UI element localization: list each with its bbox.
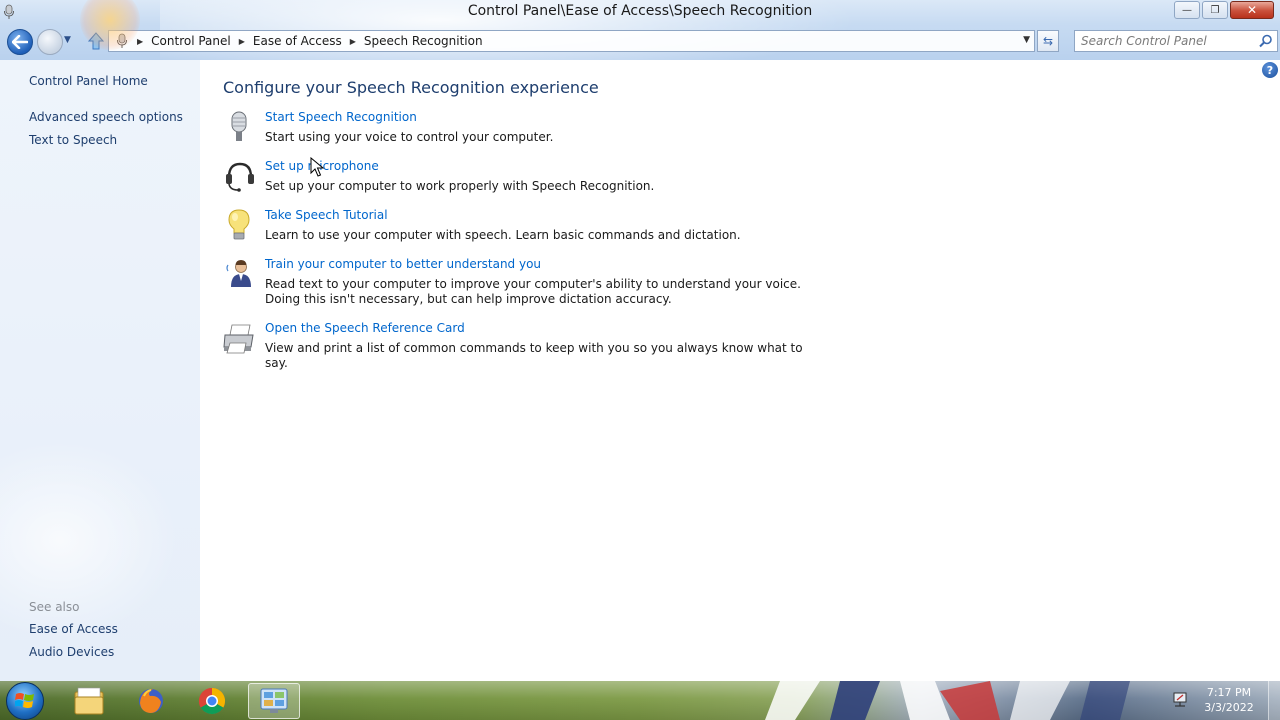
chevron-right-icon[interactable]: ▶ [239, 37, 245, 46]
breadcrumb-control-panel[interactable]: Control Panel [151, 34, 231, 48]
task-description: View and print a list of common commands… [265, 341, 803, 370]
taskbar-file-explorer[interactable] [63, 683, 115, 719]
network-icon[interactable] [1172, 691, 1188, 709]
file-explorer-icon [74, 687, 104, 715]
control-panel-icon [260, 688, 288, 713]
show-desktop-button[interactable] [1268, 681, 1280, 720]
chrome-icon [198, 687, 226, 715]
chevron-right-icon[interactable]: ▶ [137, 37, 143, 46]
help-icon[interactable]: ? [1262, 62, 1278, 78]
microphone-icon [231, 111, 247, 141]
train-computer-link[interactable]: Train your computer to better understand… [265, 257, 541, 271]
firefox-icon [139, 689, 163, 713]
search-icon[interactable] [1259, 34, 1273, 48]
taskbar-firefox[interactable] [125, 683, 177, 719]
window-controls: — ❐ ✕ [1174, 1, 1274, 19]
taskbar-control-panel[interactable] [248, 683, 300, 719]
lightbulb-icon [228, 209, 250, 240]
up-arrow-icon[interactable] [86, 31, 106, 51]
taskbar-chrome[interactable] [186, 683, 238, 719]
task-description: Set up your computer to work properly wi… [265, 179, 655, 193]
main-content: ? Configure your Speech Recognition expe… [200, 60, 1280, 681]
take-speech-tutorial-link[interactable]: Take Speech Tutorial [265, 208, 388, 222]
ease-of-access-link[interactable]: Ease of Access [29, 622, 118, 636]
title-bar: Control Panel\Ease of Access\Speech Reco… [0, 0, 1280, 60]
window-title: Control Panel\Ease of Access\Speech Reco… [467, 3, 813, 19]
back-button[interactable] [7, 29, 33, 55]
address-bar[interactable]: ▶ Control Panel ▶ Ease of Access ▶ Speec… [108, 30, 1035, 52]
address-dropdown[interactable]: ▼ [1023, 35, 1030, 45]
printer-icon [223, 324, 254, 354]
recent-pages-dropdown[interactable]: ▼ [64, 35, 71, 45]
taskbar: 7:17 PM 3/3/2022 [0, 681, 1280, 720]
headset-icon [226, 162, 254, 192]
left-pane: Control Panel Home Advanced speech optio… [0, 60, 200, 681]
restore-button[interactable]: ❐ [1202, 1, 1228, 19]
refresh-icon: ⇆ [1042, 34, 1054, 48]
speech-reference-card-link[interactable]: Open the Speech Reference Card [265, 321, 465, 335]
refresh-button[interactable]: ⇆ [1037, 30, 1059, 52]
breadcrumb-speech-recognition[interactable]: Speech Recognition [364, 34, 483, 48]
see-also-label: See also [29, 600, 80, 614]
start-speech-recognition-link[interactable]: Start Speech Recognition [265, 110, 417, 124]
clock-date: 3/3/2022 [1204, 701, 1254, 714]
clock-time: 7:17 PM [1206, 686, 1252, 699]
close-button[interactable]: ✕ [1230, 1, 1274, 19]
task-description: Start using your voice to control your c… [265, 130, 554, 144]
start-button[interactable] [6, 682, 44, 720]
control-panel-home-link[interactable]: Control Panel Home [29, 74, 148, 88]
mouse-cursor-icon [310, 157, 324, 177]
page-heading: Configure your Speech Recognition experi… [223, 78, 599, 97]
wallpaper-shapes [765, 681, 1130, 720]
user-speaking-icon [226, 260, 251, 287]
task-description: Learn to use your computer with speech. … [265, 228, 741, 242]
arrow-left-icon [12, 35, 28, 49]
windows-logo-icon [15, 693, 34, 708]
text-to-speech-link[interactable]: Text to Speech [29, 133, 117, 147]
search-box[interactable] [1074, 30, 1278, 52]
chevron-right-icon[interactable]: ▶ [350, 37, 356, 46]
microphone-icon [117, 33, 127, 48]
forward-button[interactable] [37, 29, 63, 55]
breadcrumb-ease-of-access[interactable]: Ease of Access [253, 34, 342, 48]
search-input[interactable] [1081, 32, 1261, 50]
advanced-speech-options-link[interactable]: Advanced speech options [29, 110, 183, 124]
audio-devices-link[interactable]: Audio Devices [29, 645, 114, 659]
minimize-button[interactable]: — [1174, 1, 1200, 19]
task-description: Read text to your computer to improve yo… [265, 277, 801, 306]
system-clock[interactable]: 7:17 PM 3/3/2022 [1196, 685, 1262, 715]
